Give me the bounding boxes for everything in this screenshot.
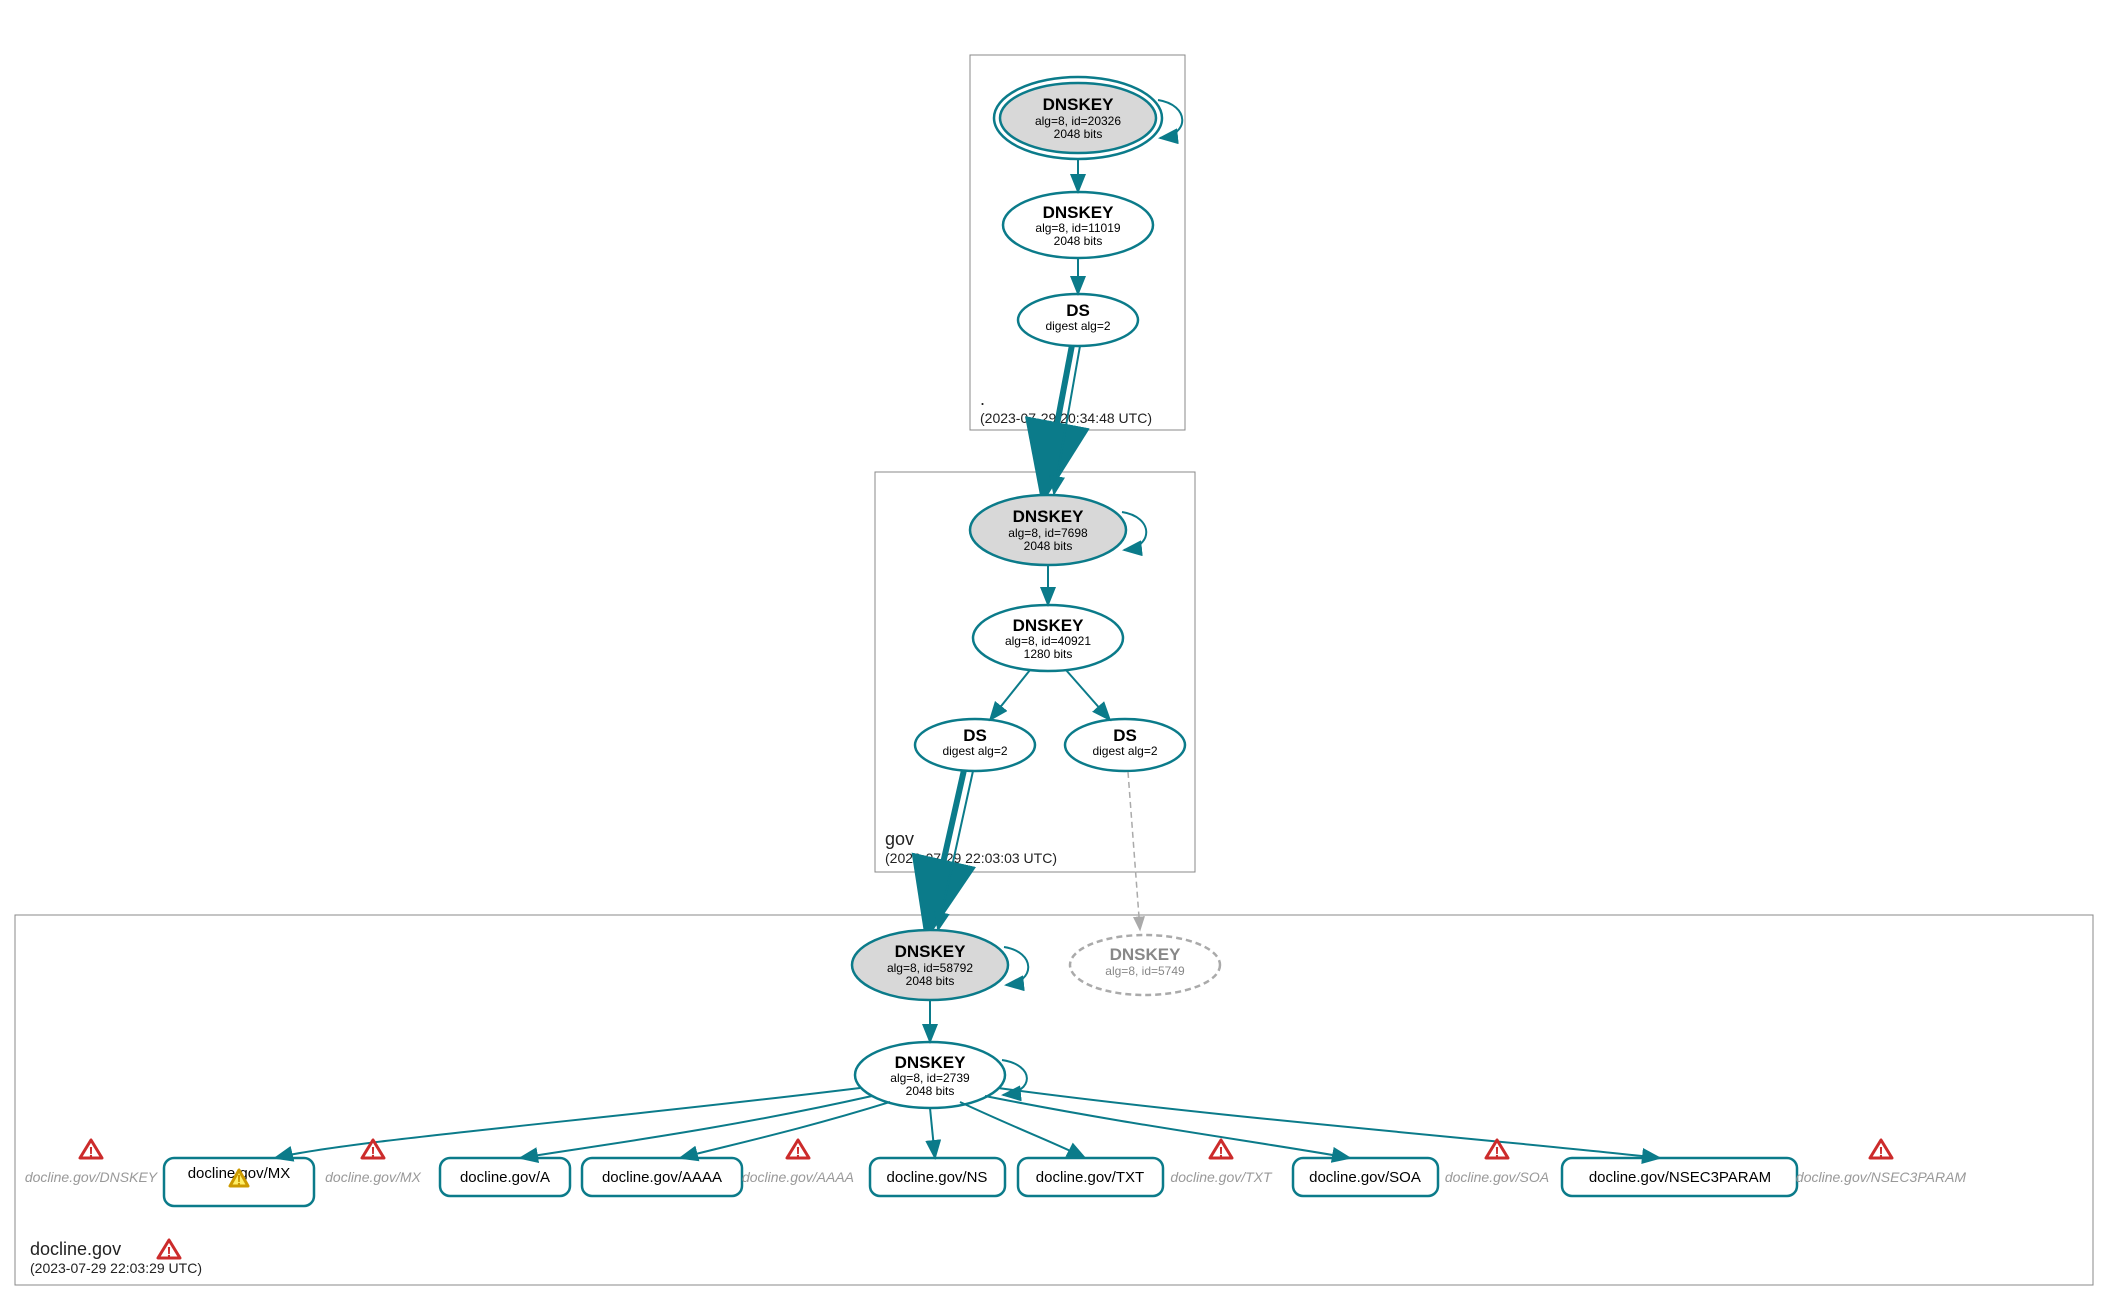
zone-docline-ts: (2023-07-29 22:03:29 UTC) bbox=[30, 1260, 202, 1276]
svg-text:digest alg=2: digest alg=2 bbox=[1092, 744, 1157, 758]
rr-txt[interactable]: docline.gov/TXT bbox=[1018, 1158, 1163, 1196]
svg-text:docline.gov/AAAA: docline.gov/AAAA bbox=[602, 1169, 722, 1186]
svg-text:docline.gov/NSEC3PARAM: docline.gov/NSEC3PARAM bbox=[1589, 1169, 1771, 1186]
svg-text:DS: DS bbox=[963, 726, 987, 745]
svg-text:2048 bits: 2048 bits bbox=[1024, 539, 1073, 553]
docline-zsk[interactable]: DNSKEY alg=8, id=2739 2048 bits bbox=[855, 1042, 1005, 1108]
svg-text:alg=8, id=20326: alg=8, id=20326 bbox=[1035, 114, 1121, 128]
svg-text:!: ! bbox=[1219, 1144, 1224, 1161]
svg-text:DNSKEY: DNSKEY bbox=[1043, 203, 1115, 222]
edge-gov-ds2-grey bbox=[1128, 772, 1140, 930]
svg-text:!: ! bbox=[167, 1244, 172, 1261]
ghost-nsec3: ! docline.gov/NSEC3PARAM bbox=[1796, 1140, 1966, 1185]
svg-text:!: ! bbox=[237, 1172, 242, 1189]
gov-ds2[interactable]: DS digest alg=2 bbox=[1065, 719, 1185, 771]
svg-text:DNSKEY: DNSKEY bbox=[895, 1053, 967, 1072]
svg-text:DNSKEY: DNSKEY bbox=[1013, 616, 1085, 635]
svg-text:docline.gov/A: docline.gov/A bbox=[460, 1169, 550, 1186]
svg-text:alg=8, id=2739: alg=8, id=2739 bbox=[890, 1071, 970, 1085]
svg-text:alg=8, id=5749: alg=8, id=5749 bbox=[1105, 964, 1185, 978]
svg-text:!: ! bbox=[371, 1144, 376, 1161]
root-zsk[interactable]: DNSKEY alg=8, id=11019 2048 bits bbox=[1003, 192, 1153, 258]
svg-text:alg=8, id=40921: alg=8, id=40921 bbox=[1005, 634, 1091, 648]
rr-soa[interactable]: docline.gov/SOA bbox=[1293, 1158, 1438, 1196]
zone-docline-box bbox=[15, 915, 2093, 1285]
svg-text:docline.gov/SOA: docline.gov/SOA bbox=[1445, 1169, 1549, 1185]
svg-text:docline.gov/SOA: docline.gov/SOA bbox=[1309, 1169, 1421, 1186]
edge-gov-zsk-ds2 bbox=[1066, 670, 1110, 720]
svg-text:digest alg=2: digest alg=2 bbox=[1045, 319, 1110, 333]
svg-text:2048 bits: 2048 bits bbox=[906, 974, 955, 988]
svg-text:2048 bits: 2048 bits bbox=[906, 1084, 955, 1098]
svg-text:docline.gov/TXT: docline.gov/TXT bbox=[1036, 1169, 1144, 1186]
ghost-txt: ! docline.gov/TXT bbox=[1170, 1140, 1273, 1185]
svg-text:alg=8, id=7698: alg=8, id=7698 bbox=[1008, 526, 1088, 540]
zone-root-name: . bbox=[980, 389, 985, 409]
svg-text:DNSKEY: DNSKEY bbox=[1110, 945, 1182, 964]
zone-gov-name: gov bbox=[885, 829, 914, 849]
edge-gov-zsk-ds1 bbox=[990, 670, 1030, 720]
svg-text:docline.gov/AAAA: docline.gov/AAAA bbox=[742, 1169, 854, 1185]
rr-ns[interactable]: docline.gov/NS bbox=[870, 1158, 1005, 1196]
svg-text:!: ! bbox=[89, 1144, 94, 1161]
zone-docline-warning: ! bbox=[158, 1240, 180, 1261]
svg-text:docline.gov/MX: docline.gov/MX bbox=[325, 1169, 421, 1185]
svg-text:DNSKEY: DNSKEY bbox=[895, 942, 967, 961]
ghost-aaaa: ! docline.gov/AAAA bbox=[742, 1140, 854, 1185]
rr-mx[interactable]: docline.gov/MX ! bbox=[164, 1158, 314, 1206]
svg-text:docline.gov/NS: docline.gov/NS bbox=[887, 1169, 988, 1186]
svg-text:!: ! bbox=[1879, 1144, 1884, 1161]
svg-text:docline.gov/DNSKEY: docline.gov/DNSKEY bbox=[25, 1169, 159, 1185]
svg-text:!: ! bbox=[1495, 1144, 1500, 1161]
svg-text:digest alg=2: digest alg=2 bbox=[942, 744, 1007, 758]
svg-text:docline.gov/TXT: docline.gov/TXT bbox=[1170, 1169, 1273, 1185]
svg-text:DS: DS bbox=[1113, 726, 1137, 745]
zone-docline-name: docline.gov bbox=[30, 1239, 121, 1259]
rr-a[interactable]: docline.gov/A bbox=[440, 1158, 570, 1196]
gov-ksk[interactable]: DNSKEY alg=8, id=7698 2048 bits bbox=[970, 495, 1126, 565]
svg-text:2048 bits: 2048 bits bbox=[1054, 234, 1103, 248]
rr-aaaa[interactable]: docline.gov/AAAA bbox=[582, 1158, 742, 1196]
rr-nsec3[interactable]: docline.gov/NSEC3PARAM bbox=[1562, 1158, 1797, 1196]
docline-ksk[interactable]: DNSKEY alg=8, id=58792 2048 bits bbox=[852, 930, 1008, 1000]
root-ksk[interactable]: DNSKEY alg=8, id=20326 2048 bits bbox=[994, 77, 1162, 159]
zone-gov-ts: (2023-07-29 22:03:03 UTC) bbox=[885, 850, 1057, 866]
svg-text:DS: DS bbox=[1066, 301, 1090, 320]
gov-ds1[interactable]: DS digest alg=2 bbox=[915, 719, 1035, 771]
docline-grey-dnskey[interactable]: DNSKEY alg=8, id=5749 bbox=[1070, 935, 1220, 995]
gov-zsk[interactable]: DNSKEY alg=8, id=40921 1280 bits bbox=[973, 605, 1123, 671]
ghost-soa: ! docline.gov/SOA bbox=[1445, 1140, 1549, 1185]
svg-text:alg=8, id=58792: alg=8, id=58792 bbox=[887, 961, 973, 975]
svg-text:DNSKEY: DNSKEY bbox=[1013, 507, 1085, 526]
svg-text:!: ! bbox=[796, 1144, 801, 1161]
svg-text:2048 bits: 2048 bits bbox=[1054, 127, 1103, 141]
dnssec-graph: . (2023-07-29 20:34:48 UTC) gov (2023-07… bbox=[0, 0, 2103, 1292]
ghost-dnskey: ! docline.gov/DNSKEY bbox=[25, 1140, 159, 1185]
root-ds[interactable]: DS digest alg=2 bbox=[1018, 294, 1138, 346]
svg-text:docline.gov/NSEC3PARAM: docline.gov/NSEC3PARAM bbox=[1796, 1169, 1966, 1185]
svg-text:1280 bits: 1280 bits bbox=[1024, 647, 1073, 661]
svg-text:DNSKEY: DNSKEY bbox=[1043, 95, 1115, 114]
svg-text:alg=8, id=11019: alg=8, id=11019 bbox=[1035, 221, 1121, 235]
